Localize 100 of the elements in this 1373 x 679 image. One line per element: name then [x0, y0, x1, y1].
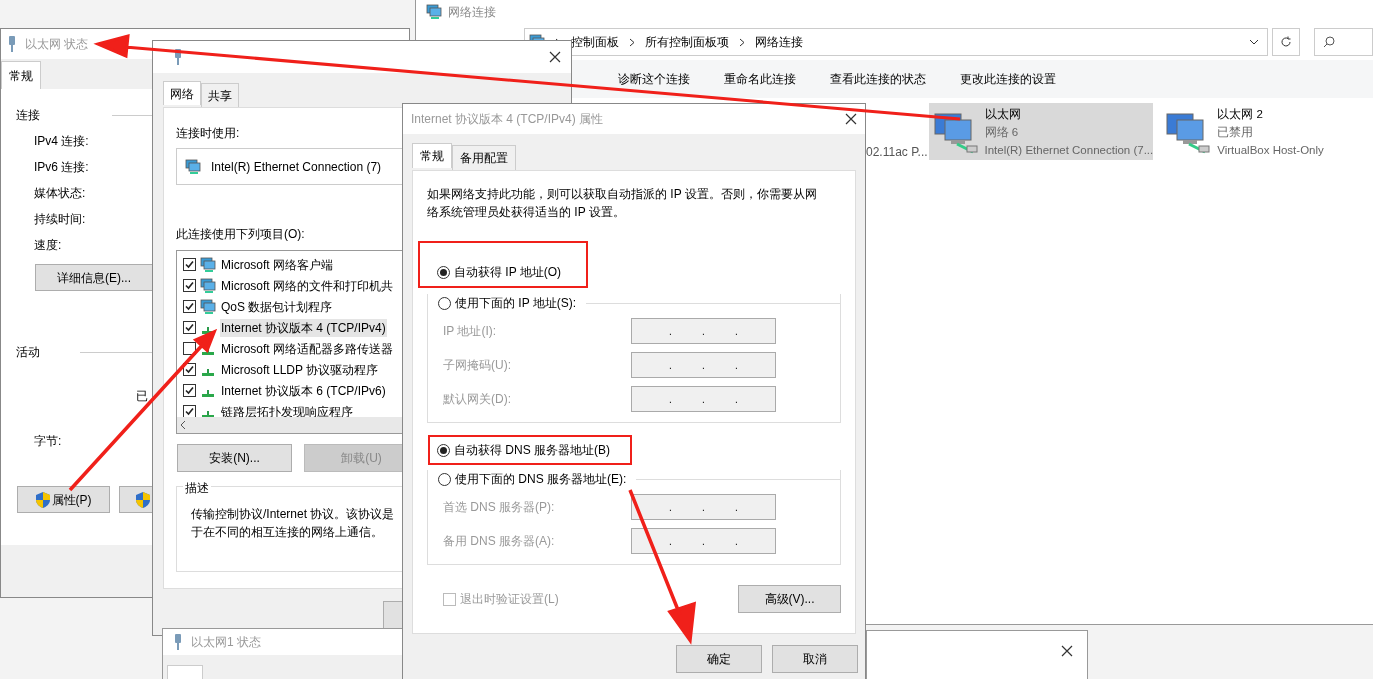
- radio-label[interactable]: 使用下面的 IP 地址(S):: [455, 294, 577, 312]
- items-label: 此连接使用下列项目(O):: [176, 226, 305, 243]
- refresh-icon: [1280, 36, 1293, 48]
- connection-item[interactable]: 以太网 网络 6 Intel(R) Ethernet Connection (7...: [928, 103, 1154, 160]
- list-item[interactable]: Internet 协议版本 4 (TCP/IPv4): [220, 318, 387, 337]
- checkbox[interactable]: [183, 258, 196, 271]
- refresh-button[interactable]: [1272, 28, 1300, 56]
- search-field[interactable]: [1314, 28, 1373, 56]
- breadcrumb-item[interactable]: 网络连接: [755, 33, 803, 51]
- connection-description: 02.11ac P...: [866, 144, 929, 161]
- bytes-label: 字节:: [34, 433, 62, 450]
- breadcrumb-item[interactable]: 所有控制面板项: [645, 33, 729, 51]
- connection-device: Intel(R) Ethernet Connection (7...: [984, 142, 1154, 158]
- tab[interactable]: 共享: [201, 83, 239, 107]
- window-title: 网络连接: [448, 4, 496, 21]
- breadcrumb-item[interactable]: 控制面板: [571, 33, 619, 51]
- field-label: IPv6 连接:: [34, 159, 89, 176]
- checkbox[interactable]: [183, 405, 196, 417]
- advanced-button[interactable]: 高级(V)...: [738, 585, 841, 613]
- section-heading: 连接: [16, 107, 40, 124]
- dialog-button[interactable]: 取消: [772, 645, 858, 673]
- radio-button[interactable]: [438, 472, 451, 486]
- shield-button[interactable]: [119, 486, 152, 513]
- protocol-icon: [202, 368, 214, 376]
- tab[interactable]: 网络: [163, 81, 201, 105]
- list-item[interactable]: Microsoft LLDP 协议驱动程序: [220, 360, 380, 379]
- octet-separator: .: [735, 392, 738, 407]
- tab[interactable]: 常规: [412, 143, 452, 168]
- toolbar-item[interactable]: 重命名此连接: [724, 70, 796, 88]
- tab[interactable]: 备用配置: [452, 145, 516, 170]
- octet-separator: .: [702, 534, 705, 549]
- network-computer-icon: [185, 158, 201, 175]
- field-label: 子网掩码(U):: [442, 357, 512, 374]
- details-button[interactable]: 详细信息(E)...: [35, 264, 153, 291]
- protocol-icon: [202, 410, 214, 417]
- description-text: 于在不同的相互连接的网络上通信。: [191, 524, 383, 541]
- install-button[interactable]: 安装(N)...: [177, 444, 292, 472]
- window-title: Internet 协议版本 4 (TCP/IPv4) 属性: [411, 111, 604, 128]
- list-item[interactable]: Microsoft 网络适配器多路传送器: [220, 339, 394, 358]
- dropdown-icon[interactable]: [1249, 39, 1260, 45]
- network-computer-icon: [200, 298, 216, 315]
- list-item[interactable]: 链路层拓扑发现响应程序: [220, 402, 354, 417]
- connect-using-label: 连接时使用:: [176, 125, 240, 142]
- radio-button[interactable]: [437, 265, 450, 279]
- shield-icon: [136, 491, 150, 508]
- properties-button[interactable]: 属性(P): [17, 486, 110, 513]
- shield-icon: [35, 491, 50, 508]
- octet-separator: .: [735, 358, 738, 373]
- checkbox[interactable]: [183, 279, 196, 292]
- network-computer-icon: [200, 256, 216, 273]
- field-label: 首选 DNS 服务器(P):: [442, 499, 556, 516]
- field-label: IP 地址(I):: [442, 323, 498, 340]
- dialog-button[interactable]: 确定: [676, 645, 762, 673]
- toolbar-item[interactable]: 诊断这个连接: [618, 70, 690, 88]
- connection-name: 以太网: [984, 106, 1021, 122]
- checkbox[interactable]: [183, 321, 196, 334]
- list-item[interactable]: Microsoft 网络客户端: [220, 255, 334, 274]
- ethernet-icon: [173, 634, 183, 650]
- octet-separator: .: [735, 500, 738, 515]
- tab[interactable]: 常规: [1, 61, 41, 89]
- octet-separator: .: [735, 324, 738, 339]
- sent-label: 已: [136, 388, 148, 405]
- group-caption: 描述: [183, 479, 211, 497]
- octet-separator: .: [702, 324, 705, 339]
- octet-separator: .: [669, 534, 672, 549]
- checkbox[interactable]: [183, 300, 196, 313]
- list-item[interactable]: Microsoft 网络的文件和打印机共: [220, 276, 394, 295]
- octet-separator: .: [669, 358, 672, 373]
- window-title: 以太网 状态: [25, 36, 89, 53]
- field-label: 持续时间:: [34, 211, 86, 228]
- chevron-right-icon: [629, 37, 635, 47]
- radio-label[interactable]: 自动获得 IP 地址(O): [454, 263, 562, 281]
- octet-separator: .: [669, 500, 672, 515]
- description-text: 传输控制协议/Internet 协议。该协议是: [191, 506, 395, 523]
- field-label: 默认网关(D):: [442, 391, 512, 408]
- checkbox[interactable]: [183, 384, 196, 397]
- toolbar-item[interactable]: 查看此连接的状态: [830, 70, 926, 88]
- close-icon[interactable]: [549, 51, 561, 63]
- radio-button[interactable]: [438, 296, 451, 310]
- field-label: 备用 DNS 服务器(A):: [442, 533, 556, 550]
- close-icon[interactable]: [1061, 645, 1073, 657]
- network-computer-icon: [200, 277, 216, 294]
- ethernet-icon: [7, 36, 17, 52]
- connection-network: 网络 6: [984, 124, 1019, 140]
- close-icon[interactable]: [845, 113, 857, 125]
- toolbar-item[interactable]: 更改此连接的设置: [960, 70, 1056, 88]
- connection-item[interactable]: 以太网 2 已禁用 VirtualBox Host-Only: [1161, 103, 1373, 160]
- octet-separator: .: [669, 392, 672, 407]
- scroll-left-icon[interactable]: [180, 421, 186, 429]
- network-computer-icon: [426, 4, 442, 20]
- list-item[interactable]: Internet 协议版本 6 (TCP/IPv6): [220, 381, 387, 400]
- radio-label[interactable]: 使用下面的 DNS 服务器地址(E):: [455, 470, 627, 488]
- octet-separator: .: [669, 324, 672, 339]
- field-label: IPv4 连接:: [34, 133, 89, 150]
- list-item[interactable]: QoS 数据包计划程序: [220, 297, 334, 316]
- connection-network: 已禁用: [1217, 124, 1254, 140]
- octet-separator: .: [702, 358, 705, 373]
- octet-separator: .: [702, 392, 705, 407]
- radio-label[interactable]: 自动获得 DNS 服务器地址(B): [454, 441, 610, 459]
- radio-button[interactable]: [437, 443, 450, 457]
